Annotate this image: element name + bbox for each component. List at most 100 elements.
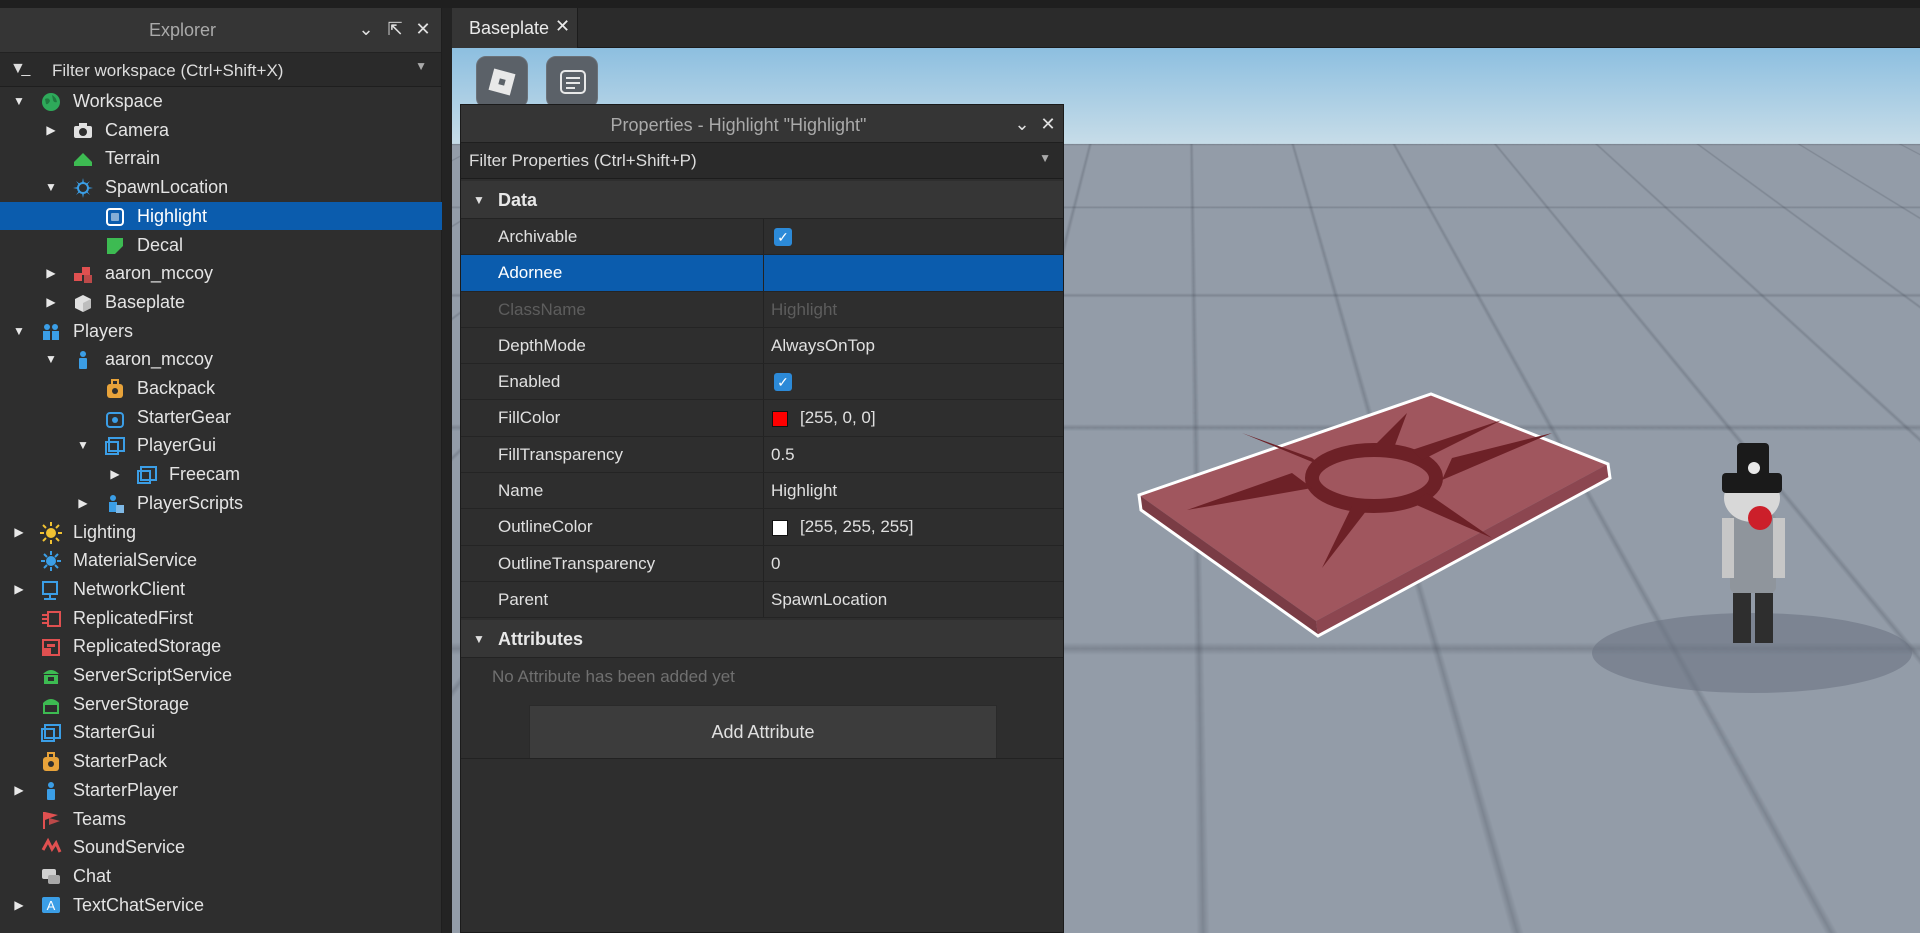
checkbox-checked[interactable]: ✓ [774,373,792,392]
teams-icon [40,809,62,831]
tree-item-players[interactable]: ▼ Players [0,317,442,346]
undock-icon[interactable]: ⇱ [384,18,406,40]
property-value[interactable]: SpawnLocation [763,581,1063,618]
expand-arrow-icon[interactable]: ▶ [44,292,58,309]
dropdown-arrow-icon[interactable]: ▼ [415,59,427,73]
tree-item-aaron-mccoy[interactable]: ▶ aaron_mccoy [0,259,442,288]
property-row-enabled[interactable]: Enabled ✓ [461,364,1063,401]
tree-item-aaron-mccoy[interactable]: ▼ aaron_mccoy [0,345,442,374]
explorer-filter-field[interactable]: ▼̲ Filter workspace (Ctrl+Shift+X) ▼ [0,53,441,87]
collapse-arrow-icon[interactable]: ▼ [473,193,485,207]
expand-arrow-icon[interactable]: ▶ [12,522,26,539]
tree-item-spawnlocation[interactable]: ▼ SpawnLocation [0,173,442,202]
tree-item-starterpack[interactable]: StarterPack [0,747,442,776]
property-row-classname[interactable]: ClassName Highlight [461,291,1063,328]
materialservice-icon [40,550,62,572]
expand-arrow-icon[interactable]: ▶ [12,895,26,912]
tree-item-playergui[interactable]: ▼ PlayerGui [0,431,442,460]
panel-splitter[interactable] [442,8,452,933]
tree-item-playerscripts[interactable]: ▶ PlayerScripts [0,489,442,518]
tree-item-serverstorage[interactable]: ServerStorage [0,690,442,719]
tree-item-startergear[interactable]: StarterGear [0,403,442,432]
tree-item-label: Players [73,320,134,341]
chevron-down-icon[interactable]: ⌄ [1011,113,1033,135]
tree-item-terrain[interactable]: Terrain [0,144,442,173]
collapse-arrow-icon[interactable]: ▼ [44,349,58,366]
collapse-arrow-icon[interactable]: ▼ [44,177,58,194]
property-row-outlinetransparency[interactable]: OutlineTransparency 0 [461,545,1063,582]
expand-arrow-icon[interactable]: ▶ [44,263,58,280]
tree-item-workspace[interactable]: ▼ Workspace [0,87,442,116]
property-value[interactable]: 0.5 [763,436,1063,473]
tree-item-serverscriptservice[interactable]: ServerScriptService [0,661,442,690]
collapse-arrow-icon[interactable]: ▼ [473,632,485,646]
property-name: FillTransparency [498,444,624,464]
close-icon[interactable]: ✕ [412,18,434,40]
dropdown-arrow-icon[interactable]: ▼ [1039,151,1051,165]
collapse-arrow-icon[interactable]: ▼ [12,91,26,108]
properties-filter-field[interactable]: Filter Properties (Ctrl+Shift+P) ▼ [461,143,1063,179]
tree-item-replicatedfirst[interactable]: ReplicatedFirst [0,604,442,633]
close-icon[interactable]: ✕ [1037,113,1059,135]
filter-icon[interactable]: ▼̲ [10,60,26,78]
color-swatch[interactable] [772,411,788,428]
explorer-filter-input[interactable]: Filter workspace (Ctrl+Shift+X) [52,61,283,81]
property-value[interactable]: ✓ [763,364,1063,400]
property-row-adornee[interactable]: Adornee [461,255,1063,292]
tree-item-label: Highlight [137,205,208,226]
property-value[interactable]: [255, 0, 0] [763,400,1063,436]
tree-item-backpack[interactable]: Backpack [0,374,442,403]
property-row-outlinecolor[interactable]: OutlineColor [255, 255, 255] [461,509,1063,546]
property-value[interactable]: Highlight [763,473,1063,509]
textchatservice-icon: A [40,895,62,917]
expand-arrow-icon[interactable]: ▶ [12,780,26,797]
tree-item-freecam[interactable]: ▶ Freecam [0,460,442,489]
tree-item-baseplate[interactable]: ▶ Baseplate [0,288,442,317]
property-value-text: Highlight [771,299,838,319]
add-attribute-button[interactable]: Add Attribute [529,705,997,759]
tree-item-replicatedstorage[interactable]: ReplicatedStorage [0,632,442,661]
tree-item-teams[interactable]: Teams [0,805,442,834]
color-swatch[interactable] [772,520,788,537]
player-avatar[interactable] [1592,443,1912,693]
tree-item-materialservice[interactable]: MaterialService [0,546,442,575]
property-value[interactable]: 0 [763,545,1063,581]
tree-item-label: Freecam [169,464,241,485]
expand-arrow-icon[interactable]: ▶ [76,493,90,510]
tree-item-networkclient[interactable]: ▶ NetworkClient [0,575,442,604]
tree-item-chat[interactable]: Chat [0,862,442,891]
tab-baseplate[interactable]: Baseplate ✕ [452,8,578,48]
property-value[interactable] [763,255,1063,291]
tree-item-soundservice[interactable]: SoundService [0,833,442,862]
tree-item-lighting[interactable]: ▶ Lighting [0,518,442,547]
property-row-archivable[interactable]: Archivable ✓ [461,219,1063,256]
section-data-header[interactable]: ▼ Data [461,181,1063,219]
collapse-arrow-icon[interactable]: ▼ [76,435,90,452]
property-row-depthmode[interactable]: DepthMode AlwaysOnTop [461,327,1063,365]
property-row-filltransparency[interactable]: FillTransparency 0.5 [461,436,1063,474]
tree-item-camera[interactable]: ▶ Camera [0,116,442,145]
expand-arrow-icon[interactable]: ▶ [44,120,58,137]
property-value[interactable]: ✓ [763,219,1063,255]
property-value[interactable]: [255, 255, 255] [763,509,1063,545]
no-attributes-message: No Attribute has been added yet [461,658,1063,696]
tree-item-textchatservice[interactable]: ▶ A TextChatService [0,891,442,920]
explorer-title: Explorer [148,20,217,40]
property-value[interactable]: AlwaysOnTop [763,327,1063,364]
tree-item-starterplayer[interactable]: ▶ StarterPlayer [0,776,442,805]
property-row-parent[interactable]: Parent SpawnLocation [461,581,1063,619]
tree-item-decal[interactable]: Decal [0,231,442,260]
spawn-location-part[interactable] [1137,392,1612,638]
property-row-name[interactable]: Name Highlight [461,473,1063,510]
collapse-arrow-icon[interactable]: ▼ [12,321,26,338]
tree-item-startergui[interactable]: StarterGui [0,718,442,747]
properties-filter-input[interactable]: Filter Properties (Ctrl+Shift+P) [469,151,697,171]
expand-arrow-icon[interactable]: ▶ [12,579,26,596]
section-attributes-header[interactable]: ▼ Attributes [461,620,1063,659]
chevron-down-icon[interactable]: ⌄ [355,18,377,40]
property-row-fillcolor[interactable]: FillColor [255, 0, 0] [461,400,1063,437]
tree-item-highlight[interactable]: Highlight [0,201,442,231]
checkbox-checked[interactable]: ✓ [774,228,792,246]
expand-arrow-icon[interactable]: ▶ [108,464,122,481]
close-icon[interactable]: ✕ [555,16,570,37]
